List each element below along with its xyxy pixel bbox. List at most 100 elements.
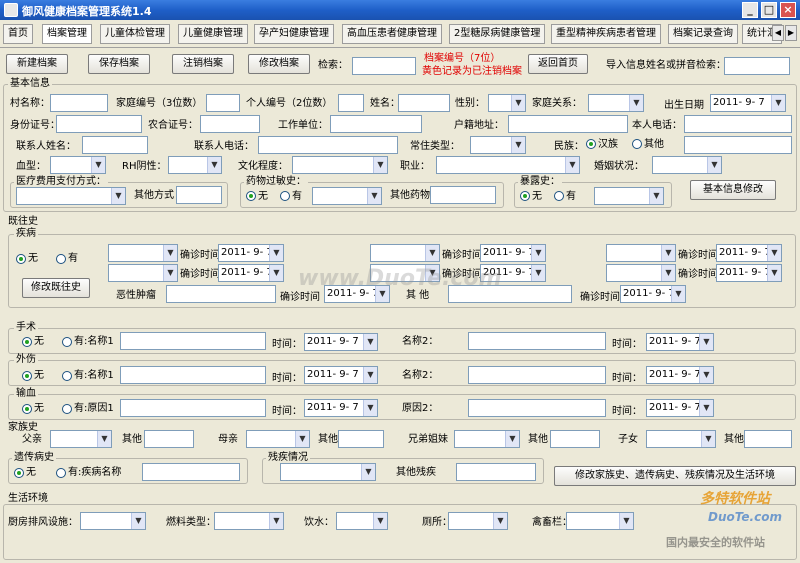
transfusion-yes-radio[interactable]	[62, 404, 72, 414]
genetic-none-radio[interactable]	[14, 468, 24, 478]
exposure-none-radio[interactable]	[520, 191, 530, 201]
disease-select-3[interactable]: ▼	[370, 244, 440, 262]
edit-archive-button[interactable]: 修改档案	[248, 54, 310, 74]
pay-other-input[interactable]	[176, 186, 222, 204]
injury-name1-input[interactable]	[120, 366, 266, 384]
name-input[interactable]	[398, 94, 450, 112]
resident-select[interactable]: ▼	[470, 136, 526, 154]
allergy-select[interactable]: ▼	[312, 187, 382, 205]
tab-scroll-left-icon[interactable]: ◀	[772, 25, 784, 41]
modify-basic-button[interactable]: 基本信息修改	[690, 180, 776, 200]
diag-date-1[interactable]: 2011- 9- 7 ▼	[218, 244, 284, 262]
toilet-select[interactable]: ▼	[448, 512, 508, 530]
cancel-archive-button[interactable]: 注销档案	[172, 54, 234, 74]
genetic-yes-radio[interactable]	[56, 468, 66, 478]
child-other-input[interactable]	[744, 430, 792, 448]
edu-select[interactable]: ▼	[292, 156, 388, 174]
diag-date-5[interactable]: 2011- 9- 7 ▼	[716, 244, 782, 262]
back-home-button[interactable]: 返回首页	[528, 54, 588, 74]
father-select[interactable]: ▼	[50, 430, 112, 448]
surgery-yes-radio[interactable]	[62, 337, 72, 347]
child-select[interactable]: ▼	[646, 430, 716, 448]
tab-mental[interactable]: 重型精神疾病患者管理	[551, 24, 661, 44]
transfusion-date-1[interactable]: 2011- 9- 7 ▼	[304, 399, 378, 417]
job-select[interactable]: ▼	[436, 156, 580, 174]
phone-input[interactable]	[684, 115, 792, 133]
modify-family-button[interactable]: 修改家族史、遗传病史、残疾情况及生活环境	[554, 466, 796, 486]
gender-select[interactable]: ▼	[488, 94, 526, 112]
tab-diabetes[interactable]: 2型糖尿病健康管理	[449, 24, 546, 44]
fuel-select[interactable]: ▼	[214, 512, 284, 530]
disease-select-5[interactable]: ▼	[606, 244, 676, 262]
tab-query[interactable]: 档案记录查询	[668, 24, 738, 44]
ethnic-other-input[interactable]	[684, 136, 792, 154]
contact-phone-input[interactable]	[258, 136, 398, 154]
disability-select[interactable]: ▼	[280, 463, 376, 481]
surgery-date-2[interactable]: 2011- 9- 7 ▼	[646, 333, 714, 351]
injury-date-1[interactable]: 2011- 9- 7 ▼	[304, 366, 378, 384]
search-input[interactable]	[352, 57, 416, 75]
contact-input[interactable]	[82, 136, 148, 154]
exposure-select[interactable]: ▼	[594, 187, 664, 205]
allergy-yes-radio[interactable]	[280, 191, 290, 201]
marriage-select[interactable]: ▼	[652, 156, 722, 174]
rh-select[interactable]: ▼	[168, 156, 222, 174]
huji-input[interactable]	[508, 115, 628, 133]
allergy-other-input[interactable]	[430, 186, 496, 204]
tab-home[interactable]: 首页	[3, 24, 33, 44]
disability-other-input[interactable]	[456, 463, 536, 481]
ethnic-han-radio[interactable]	[586, 139, 596, 149]
minimize-button[interactable]: _	[742, 2, 758, 18]
injury-yes-radio[interactable]	[62, 371, 72, 381]
tab-scroll-right-icon[interactable]: ▶	[785, 25, 797, 41]
disease-select-6[interactable]: ▼	[606, 264, 676, 282]
birth-date-picker[interactable]: 2011- 9- 7 ▼	[710, 94, 786, 112]
diag-date-2[interactable]: 2011- 9- 7 ▼	[218, 264, 284, 282]
diag-date-3[interactable]: 2011- 9- 7 ▼	[480, 244, 546, 262]
transfusion-reason2-input[interactable]	[468, 399, 606, 417]
relation-select[interactable]: ▼	[588, 94, 644, 112]
water-select[interactable]: ▼	[336, 512, 388, 530]
new-archive-button[interactable]: 新建档案	[6, 54, 68, 74]
maximize-button[interactable]: □	[761, 2, 777, 18]
injury-name2-input[interactable]	[468, 366, 606, 384]
surgery-none-radio[interactable]	[22, 337, 32, 347]
blood-select[interactable]: ▼	[50, 156, 106, 174]
injury-date-2[interactable]: 2011- 9- 7 ▼	[646, 366, 714, 384]
surgery-date-1[interactable]: 2011- 9- 7 ▼	[304, 333, 378, 351]
village-input[interactable]	[50, 94, 108, 112]
surgery-name1-input[interactable]	[120, 332, 266, 350]
id-input[interactable]	[56, 115, 142, 133]
save-archive-button[interactable]: 保存档案	[88, 54, 150, 74]
diag-date-6[interactable]: 2011- 9- 7 ▼	[716, 264, 782, 282]
tab-hypertension[interactable]: 高血压患者健康管理	[342, 24, 442, 44]
other-diag-date[interactable]: 2011- 9- 7 ▼	[620, 285, 686, 303]
tab-archive[interactable]: 档案管理	[42, 24, 92, 44]
close-button[interactable]: ×	[780, 2, 796, 18]
person-no-input[interactable]	[338, 94, 364, 112]
tumor-input[interactable]	[166, 285, 276, 303]
mother-select[interactable]: ▼	[246, 430, 310, 448]
family-no-input[interactable]	[206, 94, 240, 112]
sibling-select[interactable]: ▼	[454, 430, 520, 448]
farm-input[interactable]	[200, 115, 260, 133]
surgery-name2-input[interactable]	[468, 332, 606, 350]
disease-none-radio[interactable]	[16, 254, 26, 264]
injury-none-radio[interactable]	[22, 371, 32, 381]
livestock-select[interactable]: ▼	[566, 512, 634, 530]
tab-child-exam[interactable]: 儿童体检管理	[100, 24, 170, 44]
transfusion-none-radio[interactable]	[22, 404, 32, 414]
allergy-none-radio[interactable]	[246, 191, 256, 201]
kitchen-select[interactable]: ▼	[80, 512, 146, 530]
disease-select-1[interactable]: ▼	[108, 244, 178, 262]
import-search-input[interactable]	[724, 57, 790, 75]
ethnic-other-radio[interactable]	[632, 139, 642, 149]
tab-maternal[interactable]: 孕产妇健康管理	[254, 24, 334, 44]
mother-other-input[interactable]	[338, 430, 384, 448]
sibling-other-input[interactable]	[550, 430, 600, 448]
disease-select-2[interactable]: ▼	[108, 264, 178, 282]
genetic-name-input[interactable]	[142, 463, 240, 481]
father-other-input[interactable]	[144, 430, 194, 448]
disease-yes-radio[interactable]	[56, 254, 66, 264]
pay-method-select[interactable]: ▼	[16, 187, 126, 205]
